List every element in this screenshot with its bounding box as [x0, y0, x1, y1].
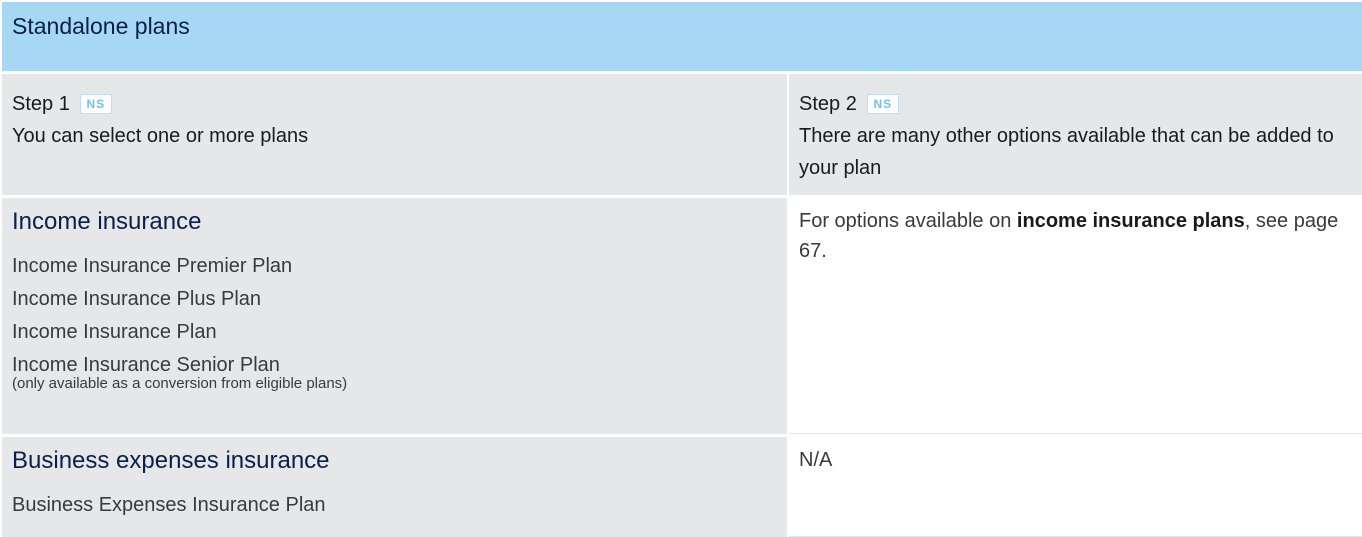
step2-heading: Step 2 NS: [799, 90, 1352, 118]
step1-heading: Step 1 NS: [12, 90, 777, 118]
standalone-plans-page: Standalone plans Step 1 NS You can selec…: [0, 0, 1362, 537]
business-expenses-plans-cell: Business expenses insurance Business Exp…: [2, 437, 787, 537]
income-insurance-row: Income insurance Income Insurance Premie…: [2, 198, 1362, 434]
options-text: N/A: [799, 449, 833, 471]
category-title: Income insurance: [12, 208, 202, 235]
plan-note: (only available as a conversion from eli…: [12, 375, 348, 392]
section-title: Standalone plans: [12, 13, 190, 39]
plan-item: Income Insurance Plus Plan: [12, 288, 262, 310]
category-title: Business expenses insurance: [12, 447, 330, 474]
step1-description: You can select one or more plans: [12, 125, 309, 147]
options-link-text: income insurance plans: [1016, 210, 1245, 232]
plan-item: Income Insurance Premier Plan: [12, 255, 293, 277]
business-expenses-row: Business expenses insurance Business Exp…: [2, 437, 1362, 537]
options-prefix: For options available on: [799, 210, 1017, 232]
step1-title: Step 1: [12, 93, 70, 115]
ns-badge-icon: NS: [79, 94, 112, 114]
income-insurance-plans-cell: Income insurance Income Insurance Premie…: [2, 198, 787, 434]
income-insurance-options-cell: For options available on income insuranc…: [789, 198, 1362, 434]
step2-cell: Step 2 NS There are many other options a…: [789, 74, 1362, 195]
business-expenses-options-cell: N/A: [789, 437, 1362, 537]
options-text: For options available on income insuranc…: [799, 206, 1352, 266]
ns-badge-icon: NS: [866, 94, 899, 114]
plan-item: Income Insurance Plan: [12, 321, 217, 343]
section-header: Standalone plans: [2, 2, 1362, 71]
step2-description: There are many other options available t…: [799, 125, 1334, 179]
step1-cell: Step 1 NS You can select one or more pla…: [2, 74, 787, 195]
steps-header-row: Step 1 NS You can select one or more pla…: [2, 74, 1362, 195]
plan-item: Business Expenses Insurance Plan: [12, 494, 326, 516]
step2-title: Step 2: [799, 93, 857, 115]
